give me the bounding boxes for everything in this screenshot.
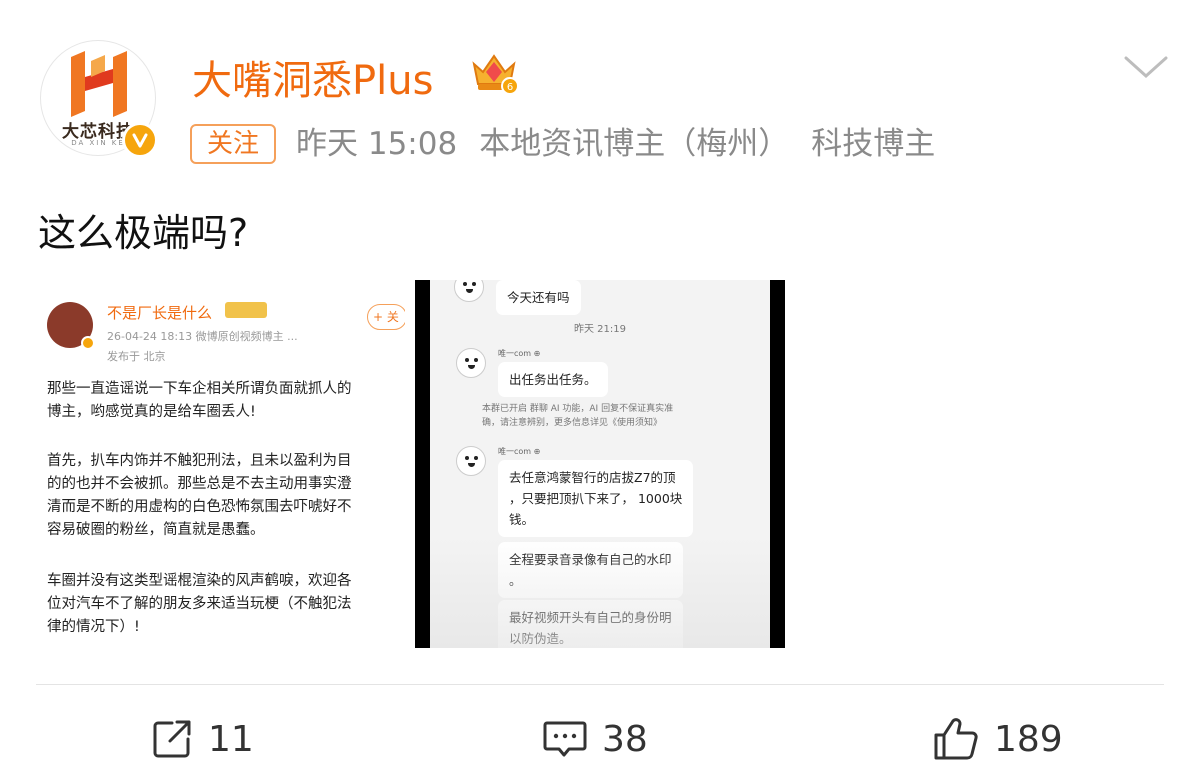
image1-crown-icon <box>225 302 267 318</box>
follow-button[interactable]: 关注 <box>190 124 276 164</box>
comment-button[interactable]: 38 <box>542 714 648 764</box>
chat-bubble: 出任务出任务。 <box>498 362 608 397</box>
image1-paragraph: 首先，扒车内饰并不触犯刑法，且未以盈利为目 的的也并不会被抓。那些总是不去主动用… <box>47 450 352 542</box>
chat-avatar <box>456 348 486 378</box>
post-image-2[interactable]: 今天还有吗 昨天 21:19 唯一com ⊕ 出任务出任务。 本群已开启 群聊 … <box>415 280 785 648</box>
image1-line: 位对汽车不了解的朋友多来适当玩梗（不触犯法 <box>47 596 352 612</box>
chat-bubble: 全程要录音录像有自己的水印 。 <box>498 542 683 598</box>
like-count: 189 <box>994 718 1063 760</box>
post-time: 昨天 15:08 <box>296 126 458 162</box>
image1-line: 的的也并不会被抓。那些总是不去主动用事实澄 <box>47 476 352 492</box>
post-text: 这么极端吗? <box>38 211 249 255</box>
post-meta: 昨天 15:08 本地资讯博主（梅州） 科技博主 <box>296 124 957 164</box>
image1-line: 博主，哟感觉真的是给车圈丢人! <box>47 404 256 420</box>
image1-paragraph: 车圈并没有这类型谣棍渲染的风声鹤唳，欢迎各 位对汽车不了解的朋友多来适当玩梗（不… <box>47 570 352 639</box>
image1-line: 容易破圈的粉丝，简直就是愚蠢。 <box>47 522 265 538</box>
username[interactable]: 大嘴洞悉Plus <box>192 48 433 106</box>
chat-line: 。 <box>509 573 522 588</box>
chat-avatar <box>456 446 486 476</box>
chat-bubble: 最好视频开头有自己的身份明 以防伪造。 <box>498 600 683 648</box>
image1-follow: + 关 <box>367 304 405 330</box>
verified-icon <box>122 122 158 158</box>
image1-verified-icon <box>81 336 95 350</box>
image1-paragraph: 那些一直造谣说一下车企相关所谓负面就抓人的 博主，哟感觉真的是给车圈丢人! <box>47 378 352 424</box>
svg-text:6: 6 <box>507 82 513 93</box>
chat-line: 钱。 <box>509 512 535 527</box>
chat-line: 去任意鸿蒙智行的店拔Z7的顶 <box>509 470 676 485</box>
tag-local-blogger[interactable]: 本地资讯博主（梅州） <box>479 126 789 162</box>
like-icon <box>934 718 978 760</box>
chat-bubble: 今天还有吗 <box>496 280 581 315</box>
image1-line: 那些一直造谣说一下车企相关所谓负面就抓人的 <box>47 381 352 397</box>
chat-avatar <box>454 280 484 302</box>
divider <box>36 684 1164 685</box>
like-button[interactable]: 189 <box>932 714 1063 764</box>
image1-date: 26-04-24 18:13 微博原创视频博主 ... <box>107 330 298 343</box>
chat-notice-line: 本群已开启 群聊 AI 功能，AI 回复不保证真实准 <box>482 404 674 414</box>
chat-nickname: 唯一com ⊕ <box>498 349 541 358</box>
chevron-down-icon[interactable] <box>1122 50 1170 88</box>
tag-tech-blogger[interactable]: 科技博主 <box>811 126 935 162</box>
chat-nickname: 唯一com ⊕ <box>498 447 541 456</box>
repost-button[interactable]: 11 <box>150 714 254 764</box>
chat-bubble: 去任意鸿蒙智行的店拔Z7的顶 ，只要把顶扒下来了， 1000块 钱。 <box>498 460 694 537</box>
image1-line: 车圈并没有这类型谣棍渲染的风声鹤唳，欢迎各 <box>47 573 352 589</box>
crown-vip-icon[interactable]: 6 <box>468 50 520 100</box>
chat-screenshot: 今天还有吗 昨天 21:19 唯一com ⊕ 出任务出任务。 本群已开启 群聊 … <box>430 280 770 648</box>
post-image-1[interactable]: 不是厂长是什么 26-04-24 18:13 微博原创视频博主 ... 发布于 … <box>35 280 405 648</box>
chat-line: ，只要把顶扒下来了， 1000块 <box>509 491 683 506</box>
repost-count: 11 <box>208 718 254 760</box>
image1-line: 清而是不断的用虚构的白色恐怖氛围去吓唬好不 <box>47 499 352 515</box>
image1-line: 首先，扒车内饰并不触犯刑法，且未以盈利为目 <box>47 453 352 469</box>
chat-line: 全程要录音录像有自己的水印 <box>509 552 672 567</box>
chat-line: 以防伪造。 <box>509 631 572 646</box>
image1-username: 不是厂长是什么 <box>107 304 213 322</box>
comment-count: 38 <box>602 718 648 760</box>
chat-line: 最好视频开头有自己的身份明 <box>509 610 672 625</box>
image1-location: 发布于 北京 <box>107 350 166 363</box>
repost-icon <box>153 720 191 758</box>
chat-notice-line: 确，请注意辨别，更多信息详见《使用须知》 <box>482 418 663 428</box>
image1-line: 律的情况下）! <box>47 619 140 635</box>
comment-icon <box>543 721 587 757</box>
chat-time: 昨天 21:19 <box>574 324 626 335</box>
